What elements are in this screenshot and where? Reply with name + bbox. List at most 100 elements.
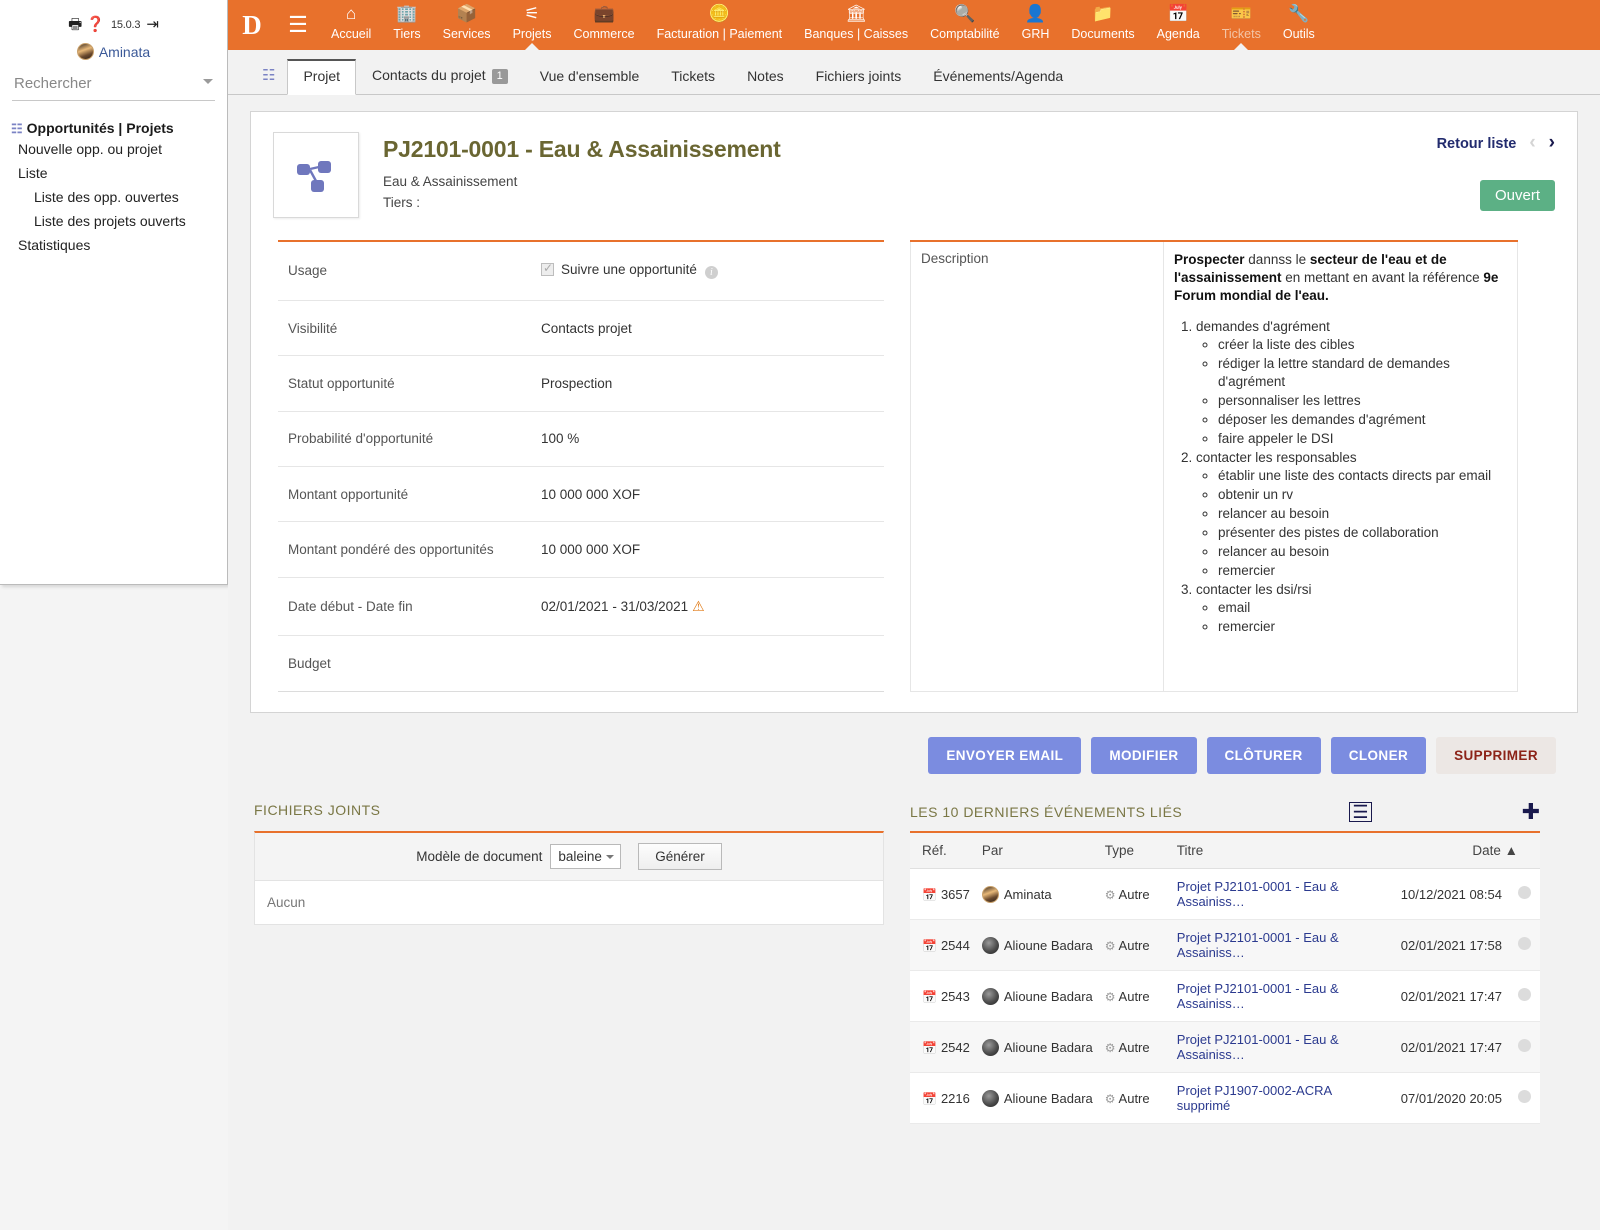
event-title[interactable]: Projet PJ2101-0001 - Eau & Assainiss…: [1171, 1022, 1376, 1073]
checkbox-icon[interactable]: [541, 263, 554, 276]
event-title-link[interactable]: Projet PJ2101-0001 - Eau & Assainiss…: [1177, 1032, 1339, 1062]
project-node-icon: [291, 150, 341, 200]
hamburger-menu-icon[interactable]: ☰: [276, 0, 320, 50]
events-title: LES 10 DERNIERS ÉVÉNEMENTS LIÉS: [910, 804, 1182, 820]
user-name-link[interactable]: Aminata: [99, 44, 150, 60]
back-to-list-link[interactable]: Retour liste: [1437, 136, 1517, 152]
column-titre[interactable]: Titre: [1171, 832, 1376, 869]
generate-button[interactable]: Générer: [638, 843, 722, 870]
events-table-header: Réf. Par Type Titre Date ▲: [910, 832, 1540, 869]
list-item: email: [1218, 599, 1507, 617]
tab-projet[interactable]: Projet: [287, 59, 356, 95]
column-ref[interactable]: Réf.: [910, 832, 976, 869]
logout-icon[interactable]: ⇥: [146, 16, 159, 33]
nav-item-services[interactable]: 📦Services: [432, 0, 502, 50]
sidebar-item-3[interactable]: Liste des projets ouverts: [0, 209, 227, 233]
sidebar-item-1[interactable]: Liste: [0, 161, 227, 185]
cl-turer-button[interactable]: CLÔTURER: [1207, 737, 1321, 774]
app-logo[interactable]: D: [228, 0, 276, 50]
info-key: Budget: [278, 636, 531, 691]
search-box[interactable]: [12, 73, 215, 101]
event-ref-value: 2543: [941, 989, 970, 1004]
table-row[interactable]: 📅2543Alioune Badara⚙AutreProjet PJ2101-0…: [910, 971, 1540, 1022]
nav-item-label: Facturation | Paiement: [657, 27, 783, 41]
table-row[interactable]: 📅2544Alioune Badara⚙AutreProjet PJ2101-0…: [910, 920, 1540, 971]
supprimer-button[interactable]: SUPPRIMER: [1436, 737, 1556, 774]
event-author: Alioune Badara: [976, 1073, 1099, 1124]
nav-item-documents[interactable]: 📁Documents: [1060, 0, 1145, 50]
list-item: obtenir un rv: [1218, 486, 1507, 504]
nav-item-projets[interactable]: ⚟Projets: [502, 0, 563, 50]
nav-item-accueil[interactable]: ⌂Accueil: [320, 0, 382, 50]
event-title[interactable]: Projet PJ2101-0001 - Eau & Assainiss…: [1171, 971, 1376, 1022]
nav-item-grh[interactable]: 👤GRH: [1011, 0, 1061, 50]
info-icon[interactable]: i: [705, 266, 718, 279]
sidebar-item-4[interactable]: Statistiques: [0, 233, 227, 257]
tab-label: Projet: [303, 68, 340, 84]
description-fragment: en mettant en avant la référence: [1282, 270, 1484, 285]
event-status-dot-cell: [1508, 869, 1540, 920]
nav-item-facturation-paiement[interactable]: 🪙Facturation | Paiement: [646, 0, 794, 50]
status-badge: Ouvert: [1480, 180, 1555, 211]
nav-item-comptabilit[interactable]: 🔍Comptabilité: [919, 0, 1010, 50]
column-date[interactable]: Date ▲: [1376, 832, 1540, 869]
sidebar-user[interactable]: Aminata: [0, 39, 227, 60]
list-view-icon[interactable]: ☰: [1349, 802, 1371, 822]
info-value: 10 000 000 XOF: [531, 522, 884, 577]
tab-notes[interactable]: Notes: [731, 59, 800, 95]
nav-item-banques-caisses[interactable]: 🏛Banques | Caisses: [793, 0, 919, 50]
sidebar-item-0[interactable]: Nouvelle opp. ou projet: [0, 137, 227, 161]
nav-item-outils[interactable]: 🔧Outils: [1272, 0, 1326, 50]
event-ref-value: 2544: [941, 938, 970, 953]
chevron-down-icon[interactable]: [203, 79, 213, 84]
printer-icon[interactable]: 🖶: [68, 16, 82, 33]
nav-item-label: GRH: [1022, 27, 1050, 41]
nav-item-tiers[interactable]: 🏢Tiers: [382, 0, 431, 50]
table-row: Montant opportunité10 000 000 XOF: [278, 466, 884, 521]
tab-fichiers-joints[interactable]: Fichiers joints: [800, 59, 918, 95]
column-par[interactable]: Par: [976, 832, 1099, 869]
project-thumbnail: [273, 132, 359, 218]
building-icon: 🏢: [396, 3, 417, 25]
table-row[interactable]: 📅2216Alioune Badara⚙AutreProjet PJ1907-0…: [910, 1073, 1540, 1124]
tab-tickets[interactable]: Tickets: [655, 59, 731, 95]
tab-contacts-du-projet[interactable]: Contacts du projet1: [356, 58, 524, 95]
info-value-text: Contacts projet: [541, 321, 632, 336]
description-list: demandes d'agrémentcréer la liste des ci…: [1174, 318, 1507, 636]
list-item: personnaliser les lettres: [1218, 392, 1507, 410]
info-key: Statut opportunité: [278, 356, 531, 411]
document-model-select[interactable]: baleine: [550, 844, 621, 869]
nav-item-commerce[interactable]: 💼Commerce: [562, 0, 645, 50]
event-title-link[interactable]: Projet PJ2101-0001 - Eau & Assainiss…: [1177, 879, 1339, 909]
modifier-button[interactable]: MODIFIER: [1091, 737, 1196, 774]
tab-vue-d-ensemble[interactable]: Vue d'ensemble: [524, 59, 655, 95]
event-title[interactable]: Projet PJ1907-0002-ACRA supprimé: [1171, 1073, 1376, 1124]
event-title-link[interactable]: Projet PJ2101-0001 - Eau & Assainiss…: [1177, 930, 1339, 960]
envoyer-email-button[interactable]: ENVOYER EMAIL: [928, 737, 1081, 774]
tab-v-nements-agenda[interactable]: Événements/Agenda: [917, 59, 1079, 95]
event-title[interactable]: Projet PJ2101-0001 - Eau & Assainiss…: [1171, 920, 1376, 971]
nav-item-tickets[interactable]: 🎫Tickets: [1211, 0, 1272, 50]
help-icon[interactable]: ❓: [86, 16, 105, 33]
event-type-value: Autre: [1119, 938, 1150, 953]
chevron-right-icon[interactable]: ›: [1549, 132, 1555, 153]
chevron-left-icon[interactable]: ‹: [1529, 132, 1535, 153]
nav-item-agenda[interactable]: 📅Agenda: [1146, 0, 1211, 50]
event-title[interactable]: Projet PJ2101-0001 - Eau & Assainiss…: [1171, 869, 1376, 920]
info-value: 02/01/2021 - 31/03/2021⚠: [531, 577, 884, 636]
event-title-link[interactable]: Projet PJ2101-0001 - Eau & Assainiss…: [1177, 981, 1339, 1011]
nav-item-label: Documents: [1071, 27, 1134, 41]
sidebar-item-2[interactable]: Liste des opp. ouvertes: [0, 185, 227, 209]
list-item: faire appeler le DSI: [1218, 430, 1507, 448]
search-input[interactable]: [12, 73, 190, 94]
table-row[interactable]: 📅2542Alioune Badara⚙AutreProjet PJ2101-0…: [910, 1022, 1540, 1073]
column-type[interactable]: Type: [1099, 832, 1171, 869]
avatar: [77, 43, 94, 60]
plus-circle-icon[interactable]: ✚: [1522, 802, 1540, 822]
table-row[interactable]: 📅3657Aminata⚙AutreProjet PJ2101-0001 - E…: [910, 869, 1540, 920]
event-title-link[interactable]: Projet PJ1907-0002-ACRA supprimé: [1177, 1083, 1332, 1113]
info-value-text: Suivre une opportunité: [561, 262, 697, 277]
project-node-icon: ⚟: [524, 3, 539, 25]
event-author-name: Alioune Badara: [1004, 1091, 1093, 1106]
cloner-button[interactable]: CLONER: [1331, 737, 1426, 774]
